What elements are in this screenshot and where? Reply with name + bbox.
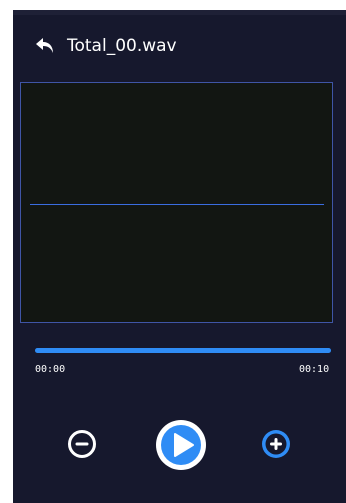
header-bar: Total_00.wav bbox=[13, 28, 346, 64]
back-button[interactable] bbox=[33, 34, 59, 58]
total-duration: 00:10 bbox=[299, 364, 330, 375]
zoom-out-button[interactable] bbox=[67, 429, 97, 459]
player-screen: Total_00.wav 00:00 00:10 bbox=[13, 10, 346, 503]
minus-circle-icon bbox=[68, 430, 96, 458]
progress-fill bbox=[35, 348, 331, 353]
plus-circle-icon bbox=[262, 430, 290, 458]
status-bar bbox=[13, 10, 346, 15]
playback-progress-bar[interactable] bbox=[35, 348, 331, 353]
zoom-in-button[interactable] bbox=[261, 429, 291, 459]
file-title: Total_00.wav bbox=[67, 36, 177, 56]
play-button[interactable] bbox=[154, 418, 208, 472]
back-arrow-icon bbox=[36, 38, 53, 53]
waveform-baseline bbox=[30, 204, 324, 205]
play-circle-icon bbox=[156, 420, 206, 470]
current-time: 00:00 bbox=[35, 364, 66, 375]
waveform-display[interactable] bbox=[20, 82, 333, 323]
